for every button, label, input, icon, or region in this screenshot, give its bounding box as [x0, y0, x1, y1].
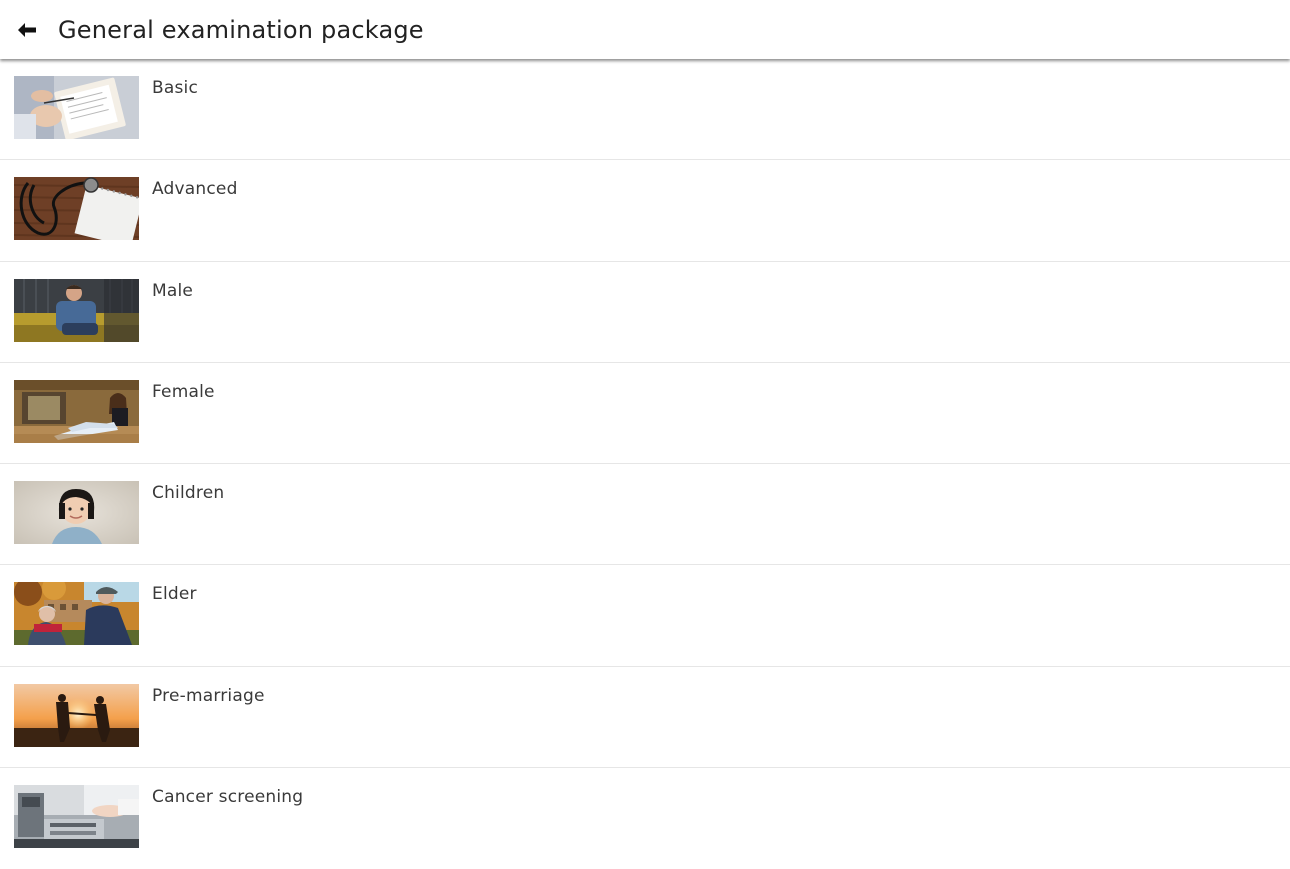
- package-list: Basic Advanced Male Female Children Elde…: [0, 59, 1290, 869]
- child-portrait-photo: [14, 481, 139, 545]
- elderly-couple-photo: [14, 582, 139, 646]
- package-label: Basic: [152, 78, 199, 98]
- package-label: Female: [152, 381, 215, 402]
- man-on-sofa-photo: [14, 278, 139, 342]
- package-item-advanced[interactable]: Advanced: [0, 160, 1290, 262]
- package-label: Pre-marriage: [152, 685, 265, 706]
- package-label: Elder: [152, 584, 197, 605]
- stethoscope-notepad-photo: [14, 177, 139, 241]
- page-title: General examination package: [58, 15, 424, 44]
- lab-equipment-photo: [14, 785, 139, 849]
- package-label: Male: [152, 280, 194, 301]
- couple-sunset-photo: [14, 683, 139, 747]
- arrow-left-icon: [18, 22, 36, 37]
- woman-sitting-photo: [14, 379, 139, 443]
- app-bar: General examination package: [0, 0, 1290, 59]
- package-label: Cancer screening: [152, 787, 304, 808]
- back-button[interactable]: [15, 18, 39, 42]
- package-label: Advanced: [152, 179, 238, 200]
- package-item-basic[interactable]: Basic: [0, 59, 1290, 161]
- package-item-pre-marriage[interactable]: Pre-marriage: [0, 667, 1290, 769]
- package-item-female[interactable]: Female: [0, 363, 1290, 465]
- package-item-male[interactable]: Male: [0, 262, 1290, 363]
- package-label: Children: [152, 483, 225, 504]
- package-item-children[interactable]: Children: [0, 464, 1290, 566]
- package-item-elder[interactable]: Elder: [0, 565, 1290, 667]
- package-item-cancer-screening[interactable]: Cancer screening: [0, 768, 1290, 869]
- doctor-clipboard-photo: [14, 76, 139, 139]
